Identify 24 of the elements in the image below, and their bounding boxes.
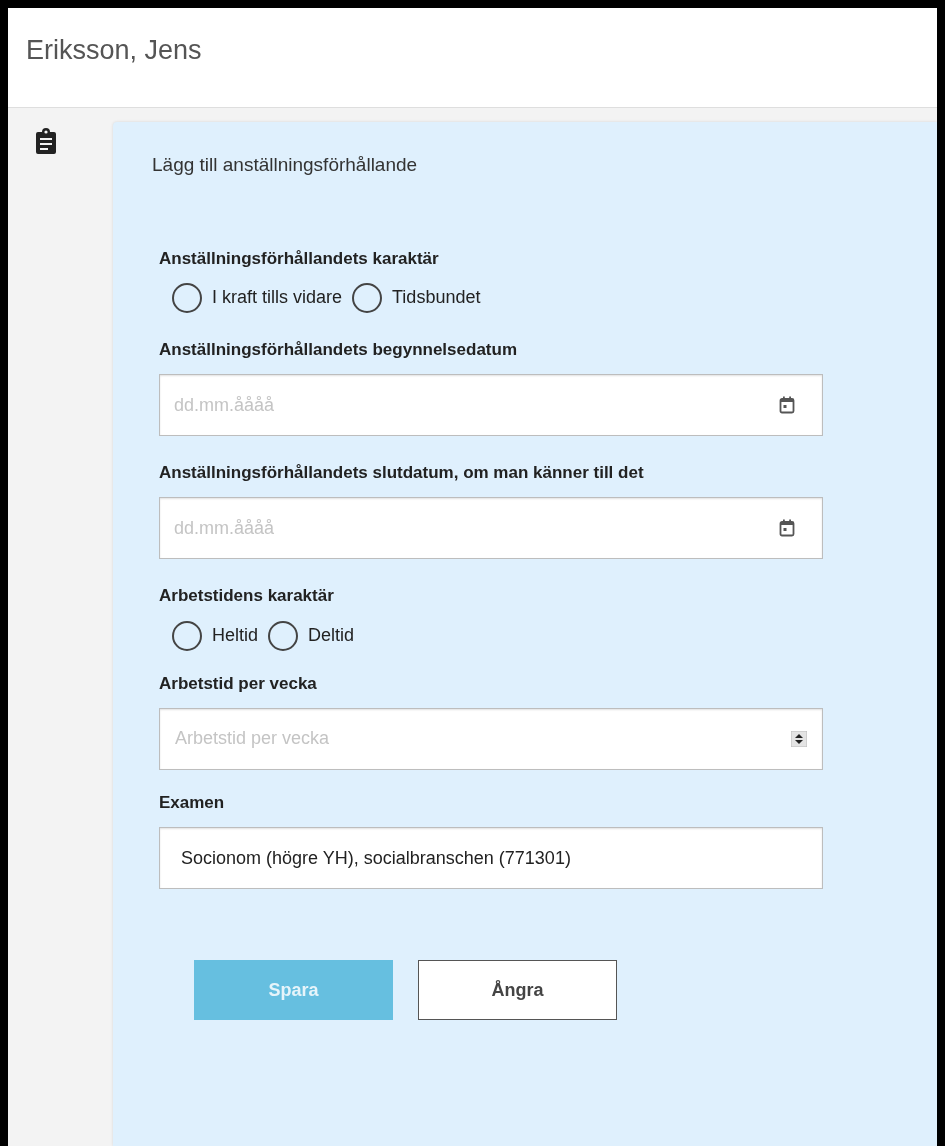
calendar-icon[interactable] <box>779 519 795 538</box>
radio-label: Tidsbundet <box>392 286 481 310</box>
form-title: Lägg till anställningsförhållande <box>152 153 419 177</box>
field-label: Anställningsförhållandets karaktär <box>159 247 440 269</box>
date-field[interactable]: dd.mm.åååå <box>159 374 823 436</box>
radio-button[interactable] <box>352 282 383 313</box>
radio-label: Deltid <box>308 624 355 647</box>
radio-button[interactable] <box>172 620 202 651</box>
radio-label: I kraft tills vidare <box>212 286 343 310</box>
number-field[interactable]: Arbetstid per vecka <box>159 707 823 770</box>
cancel-button[interactable]: Ångra <box>418 960 617 1020</box>
clipboard-icon <box>35 128 56 154</box>
field-label: Arbetstid per vecka <box>159 672 318 694</box>
radio-label: Heltid <box>212 624 259 647</box>
field-label: Anställningsförhållandets slutdatum, om man känner till det <box>159 462 645 484</box>
field-label: Examen <box>159 791 226 813</box>
field-label: Arbetstidens karaktär <box>159 585 335 607</box>
radio-button[interactable] <box>172 282 202 313</box>
page-title: Eriksson, Jens <box>26 34 203 67</box>
text-field[interactable]: Socionom (högre YH), socialbranschen (771301) <box>159 827 823 889</box>
calendar-icon[interactable] <box>779 396 795 414</box>
radio-button[interactable] <box>268 620 299 651</box>
date-field[interactable]: dd.mm.åååå <box>159 497 823 560</box>
field-label: Anställningsförhållandets begynnelsedatum <box>159 338 518 360</box>
